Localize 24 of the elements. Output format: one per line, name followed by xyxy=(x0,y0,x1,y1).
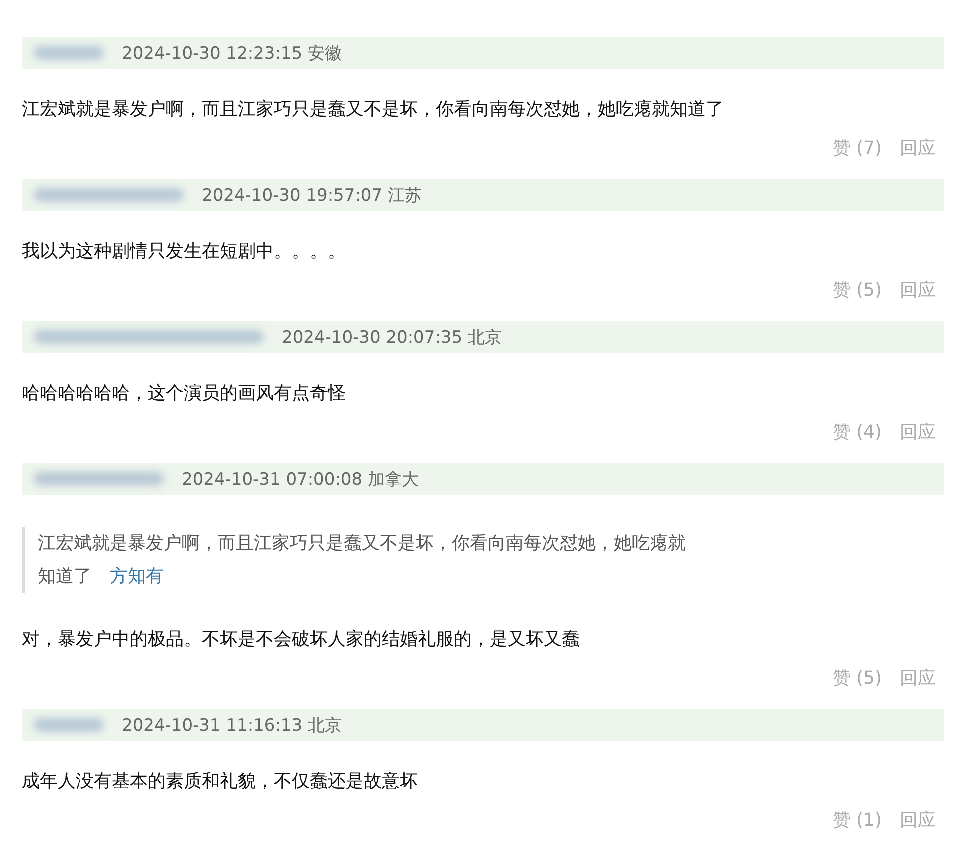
like-link[interactable]: 赞 (4) xyxy=(832,421,882,445)
like-link[interactable]: 赞 (1) xyxy=(832,809,882,833)
blurred-username xyxy=(34,46,104,60)
reply-link[interactable]: 回应 xyxy=(900,809,936,833)
reply-link[interactable]: 回应 xyxy=(900,279,936,303)
reply-link[interactable]: 回应 xyxy=(900,137,936,161)
comment-time: 2024-10-31 11:16:13 北京 xyxy=(122,714,342,736)
comment-time: 2024-10-31 07:00:08 加拿大 xyxy=(182,468,419,490)
comment-text: 成年人没有基本的素质和礼貌，不仅蠢还是故意坏 xyxy=(22,770,419,794)
comment-time: 2024-10-30 19:57:07 江苏 xyxy=(202,184,422,206)
comment-text: 哈哈哈哈哈哈，这个演员的画风有点奇怪 xyxy=(22,382,347,406)
reply-link[interactable]: 回应 xyxy=(900,667,936,691)
comment-text: 我以为这种剧情只发生在短剧中。。。。 xyxy=(22,240,347,264)
comment-time: 2024-10-30 20:07:35 北京 xyxy=(282,326,502,348)
comment-text: 江宏斌就是暴发户啊，而且江家巧只是蠢又不是坏，你看向南每次怼她，她吃瘪就知道了 xyxy=(22,98,725,122)
quoted-comment: 江宏斌就是暴发户啊，而且江家巧只是蠢又不是坏，你看向南每次怼她，她吃瘪就知道了 方知有 xyxy=(22,527,698,593)
quote-author-link[interactable]: 方知有 xyxy=(110,566,164,587)
blurred-username xyxy=(34,718,104,732)
like-link[interactable]: 赞 (5) xyxy=(832,667,882,691)
comment-text: 对，暴发户中的极品。不坏是不会破坏人家的结婚礼服的，是又坏又蠢 xyxy=(22,628,581,652)
comment-time: 2024-10-30 12:23:15 安徽 xyxy=(122,42,342,64)
like-link[interactable]: 赞 (5) xyxy=(832,279,882,303)
reply-link[interactable]: 回应 xyxy=(900,421,936,445)
like-link[interactable]: 赞 (7) xyxy=(832,137,882,161)
